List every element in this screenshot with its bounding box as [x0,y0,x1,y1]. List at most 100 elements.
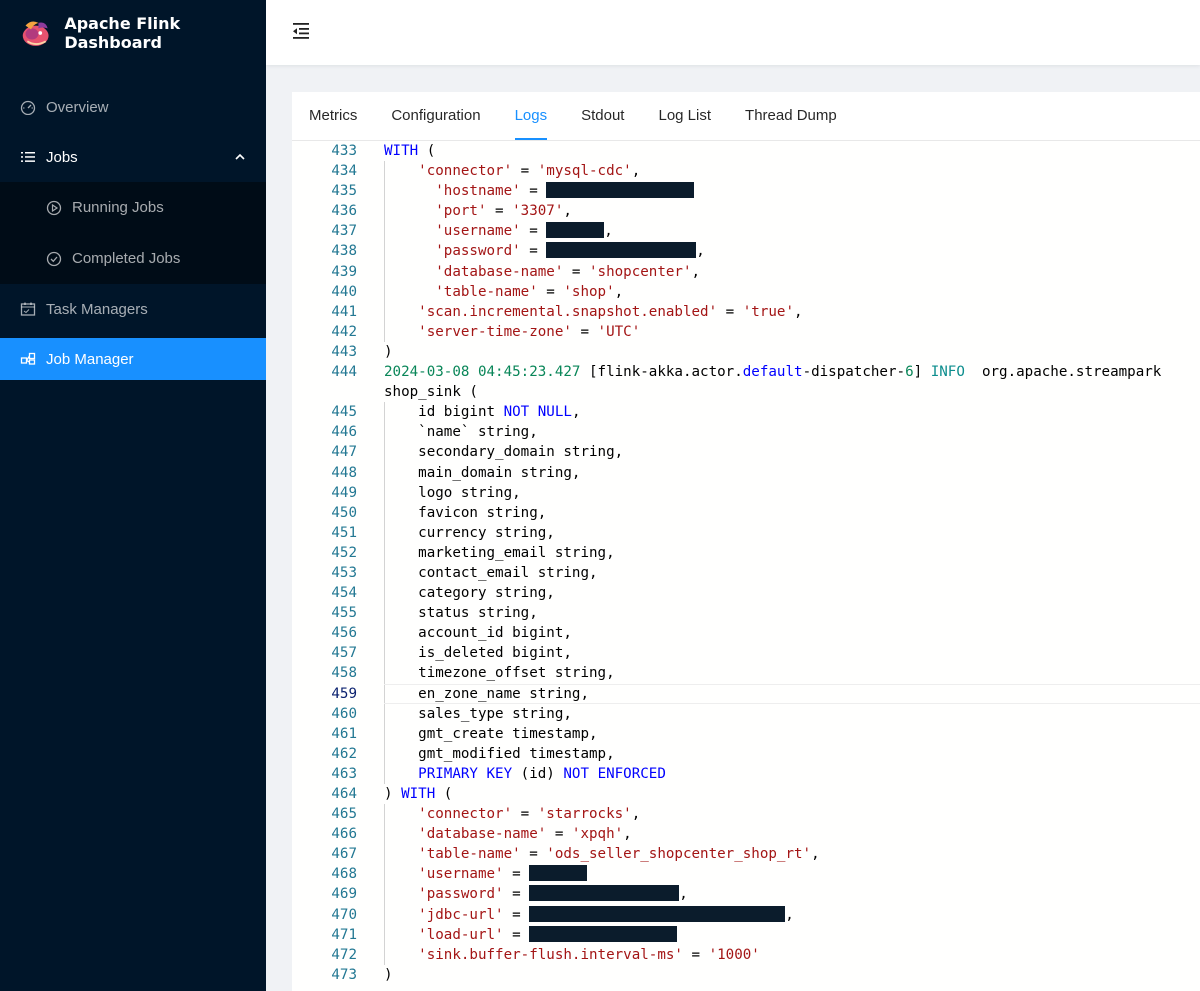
log-line: shop_sink ( [292,382,1200,402]
line-content: main_domain string, [384,464,581,481]
line-number: 465 [331,806,357,823]
line-content: status string, [384,605,538,622]
log-line: 470 'jdbc-url' = , [292,904,1200,925]
log-editor[interactable]: 433 WITH (434 'connector' = 'mysql-cdc', 4… [292,141,1200,991]
log-line: 457 is_deleted bigint, [292,643,1200,664]
log-line: 455 status string, [292,603,1200,624]
chevron-up-icon [234,150,246,167]
log-line: 466 'database-name' = 'xpqh', [292,824,1200,845]
log-line: 456 account_id bigint, [292,623,1200,644]
line-number: 455 [331,605,357,622]
line-content: is_deleted bigint, [384,645,572,662]
sidebar-item-label: Job Manager [46,350,134,368]
log-line: 452 marketing_email string, [292,542,1200,563]
line-content: 'server-time-zone' = 'UTC' [418,323,641,340]
line-number: 463 [331,765,357,782]
log-line: 448 main_domain string, [292,462,1200,483]
job-manager-card: Metrics Configuration Logs Stdout Log Li… [292,92,1200,991]
line-content: 'username' = [384,864,588,884]
sidebar-item-running-jobs[interactable]: Running Jobs [0,182,266,233]
line-number: 454 [331,585,357,602]
line-content: sales_type string, [384,705,572,722]
redacted-value [546,222,605,239]
log-line: 460 sales_type string, [292,703,1200,724]
log-line: 443) [292,342,1200,362]
tab-metrics[interactable]: Metrics [309,92,357,140]
line-number: 434 [331,163,357,180]
sidebar-item-overview[interactable]: Overview [0,82,266,132]
line-number: 443 [331,343,357,360]
redacted-value [546,182,695,199]
log-line: 464) WITH ( [292,784,1200,804]
line-number: 441 [331,303,357,320]
line-number: 469 [331,886,357,903]
line-content: 'load-url' = [384,925,678,945]
menu-fold-icon[interactable] [290,20,312,42]
schedule-icon [20,301,36,317]
sidebar-item-jobs[interactable]: Jobs [0,132,266,182]
tab-configuration[interactable]: Configuration [391,92,480,140]
line-number: 468 [331,866,357,883]
sidebar-item-label: Running Jobs [72,199,164,216]
log-line: 451 currency string, [292,522,1200,543]
line-content: id bigint NOT NULL, [384,404,581,421]
line-content: secondary_domain string, [384,444,624,461]
sidebar-item-completed-jobs[interactable]: Completed Jobs [0,233,266,284]
log-line: 433 WITH ( [292,141,1200,161]
line-number: 436 [331,203,357,220]
log-line: 462 gmt_modified timestamp, [292,743,1200,764]
line-content: 'table-name' = 'ods_seller_shopcenter_sh… [418,846,820,863]
tab-logs[interactable]: Logs [514,92,547,140]
tab-bar: Metrics Configuration Logs Stdout Log Li… [292,92,1200,141]
line-number: 473 [331,966,357,983]
line-content: favicon string, [384,504,547,521]
check-circle-icon [46,251,62,267]
line-number: 435 [331,183,357,200]
line-content: 'password' = , [435,242,705,260]
line-number: 457 [331,645,357,662]
line-number: 446 [331,424,357,441]
line-content: ) [384,966,393,983]
log-line: 445 id bigint NOT NULL, [292,402,1200,423]
log-line: 442 'server-time-zone' = 'UTC' [292,321,1200,342]
line-content: gmt_modified timestamp, [384,745,615,762]
line-number: 447 [331,444,357,461]
line-content: 'hostname' = [384,181,695,201]
redacted-value [529,885,680,902]
line-number: 470 [331,906,357,923]
brand[interactable]: Apache Flink Dashboard [0,0,266,66]
line-number: 458 [331,665,357,682]
log-line: 469 'password' = , [292,884,1200,905]
line-content: 'sink.buffer-flush.interval-ms' = '1000' [418,946,760,963]
line-number: 448 [331,464,357,481]
log-line: 454 category string, [292,583,1200,604]
line-content: 'database-name' = 'xpqh', [418,826,632,843]
log-line: 468 'username' = [292,864,1200,885]
tab-thread-dump[interactable]: Thread Dump [745,92,837,140]
tab-stdout[interactable]: Stdout [581,92,624,140]
line-content: marketing_email string, [384,544,615,561]
line-number: 453 [331,564,357,581]
log-line: 450 favicon string, [292,502,1200,523]
line-content: logo string, [384,484,521,501]
sidebar-item-task-managers[interactable]: Task Managers [0,284,266,334]
line-number: 456 [331,625,357,642]
sidebar-menu: Overview Jobs Running Jobs Completed Job… [0,82,266,380]
tab-log-list[interactable]: Log List [658,92,711,140]
line-content: WITH ( [384,143,436,159]
log-line: 444 2024-03-08 04:45:23.427 [flink-akka.a… [292,362,1200,382]
line-content: 'table-name' = 'shop', [435,283,624,300]
line-number: 460 [331,705,357,722]
line-number: 438 [331,243,357,260]
sidebar-item-job-manager[interactable]: Job Manager [0,338,266,380]
line-content: en_zone_name string, [384,685,589,702]
line-content: PRIMARY KEY (id) NOT ENFORCED [418,765,666,782]
cluster-icon [20,351,36,367]
redacted-value [529,865,588,882]
line-content: gmt_create timestamp, [384,725,598,742]
line-number: 437 [331,223,357,240]
app-title: Apache Flink Dashboard [64,14,181,52]
line-number: 444 [331,364,357,381]
line-content: account_id bigint, [384,625,572,642]
dashboard-icon [20,99,36,115]
